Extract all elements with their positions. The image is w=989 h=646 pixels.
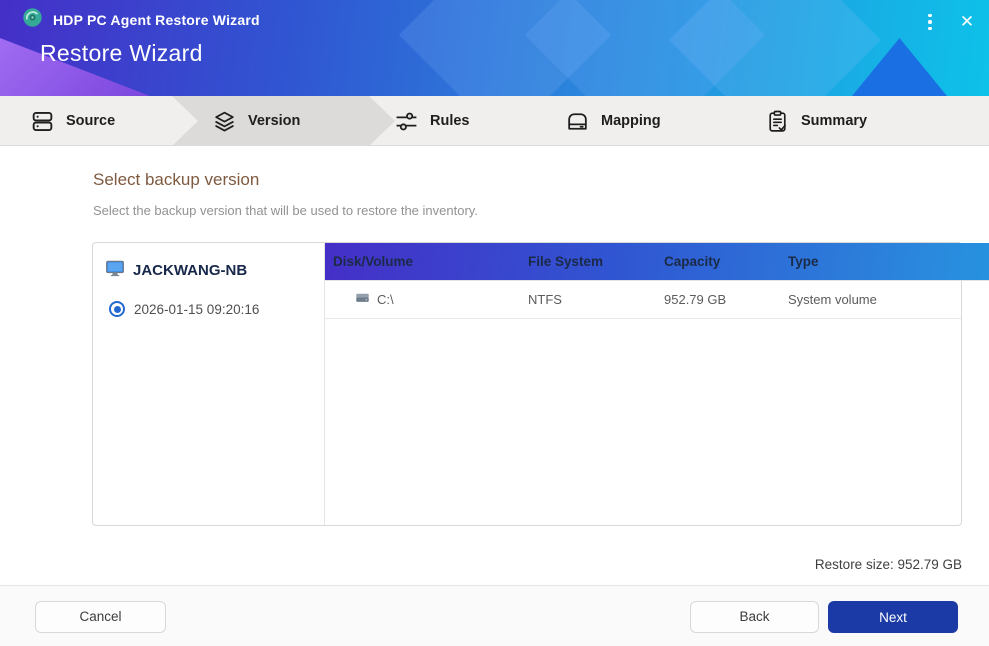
server-stack-icon (30, 109, 55, 134)
device-item[interactable]: JACKWANG-NB (105, 258, 312, 283)
volume-type: System volume (788, 292, 961, 307)
section-heading: Select backup version (93, 170, 259, 190)
hard-drive-icon (565, 109, 590, 134)
disk-volume-table: Disk/Volume File System Capacity Type Di… (325, 243, 961, 319)
step-label: Version (248, 113, 300, 129)
volume-name: C:\ (377, 292, 394, 307)
step-version[interactable]: Version (212, 96, 300, 146)
step-label: Mapping (601, 113, 661, 129)
titlebar: HDP PC Agent Restore Wizard (22, 7, 260, 33)
backup-version-timestamp: 2026-01-15 09:20:16 (134, 302, 259, 317)
column-capacity: Capacity (664, 254, 788, 269)
monitor-icon (105, 258, 125, 283)
step-source[interactable]: Source (30, 96, 115, 146)
restore-size-label: Restore size: 952.79 GB (92, 557, 962, 572)
section-subheading: Select the backup version that will be u… (93, 203, 478, 218)
table-header-row: Disk/Volume File System Capacity Type (325, 243, 989, 281)
volume-icon (355, 290, 370, 310)
column-type: Type (788, 254, 989, 269)
footer-bar: Cancel Back Next (0, 585, 989, 646)
clipboard-check-icon (765, 109, 790, 134)
window-header: HDP PC Agent Restore Wizard ✕ Restore Wi… (0, 0, 989, 96)
version-selection-panel: JACKWANG-NB 2026-01-15 09:20:16 Disk/Vol… (92, 242, 962, 526)
back-button[interactable]: Back (690, 601, 819, 633)
step-label: Rules (430, 113, 470, 129)
app-title: HDP PC Agent Restore Wizard (53, 12, 260, 28)
step-label: Summary (801, 113, 867, 129)
device-list: JACKWANG-NB 2026-01-15 09:20:16 (93, 243, 325, 525)
close-icon[interactable]: ✕ (955, 10, 979, 34)
cancel-button[interactable]: Cancel (35, 601, 166, 633)
volume-capacity: 952.79 GB (664, 292, 788, 307)
backup-version-option[interactable]: 2026-01-15 09:20:16 (109, 301, 312, 317)
device-name: JACKWANG-NB (133, 262, 247, 279)
kebab-menu-icon[interactable] (919, 11, 941, 33)
layers-icon (212, 109, 237, 134)
app-logo-icon (22, 7, 43, 33)
restore-wizard-window: HDP PC Agent Restore Wizard ✕ Restore Wi… (0, 0, 989, 646)
next-button[interactable]: Next (828, 601, 958, 633)
column-disk-volume: Disk/Volume (325, 254, 528, 269)
step-label: Source (66, 113, 115, 129)
sliders-icon (394, 109, 419, 134)
step-mapping[interactable]: Mapping (565, 96, 661, 146)
table-row-volume[interactable]: C:\ NTFS 952.79 GB System volume (325, 281, 961, 319)
radio-selected-icon[interactable] (109, 301, 125, 317)
volume-file-system: NTFS (528, 292, 664, 307)
page-title: Restore Wizard (40, 40, 203, 67)
column-file-system: File System (528, 254, 664, 269)
step-rules[interactable]: Rules (394, 96, 470, 146)
step-summary[interactable]: Summary (765, 96, 867, 146)
window-controls: ✕ (919, 10, 979, 34)
wizard-step-bar: Source Version Rules (0, 96, 989, 146)
